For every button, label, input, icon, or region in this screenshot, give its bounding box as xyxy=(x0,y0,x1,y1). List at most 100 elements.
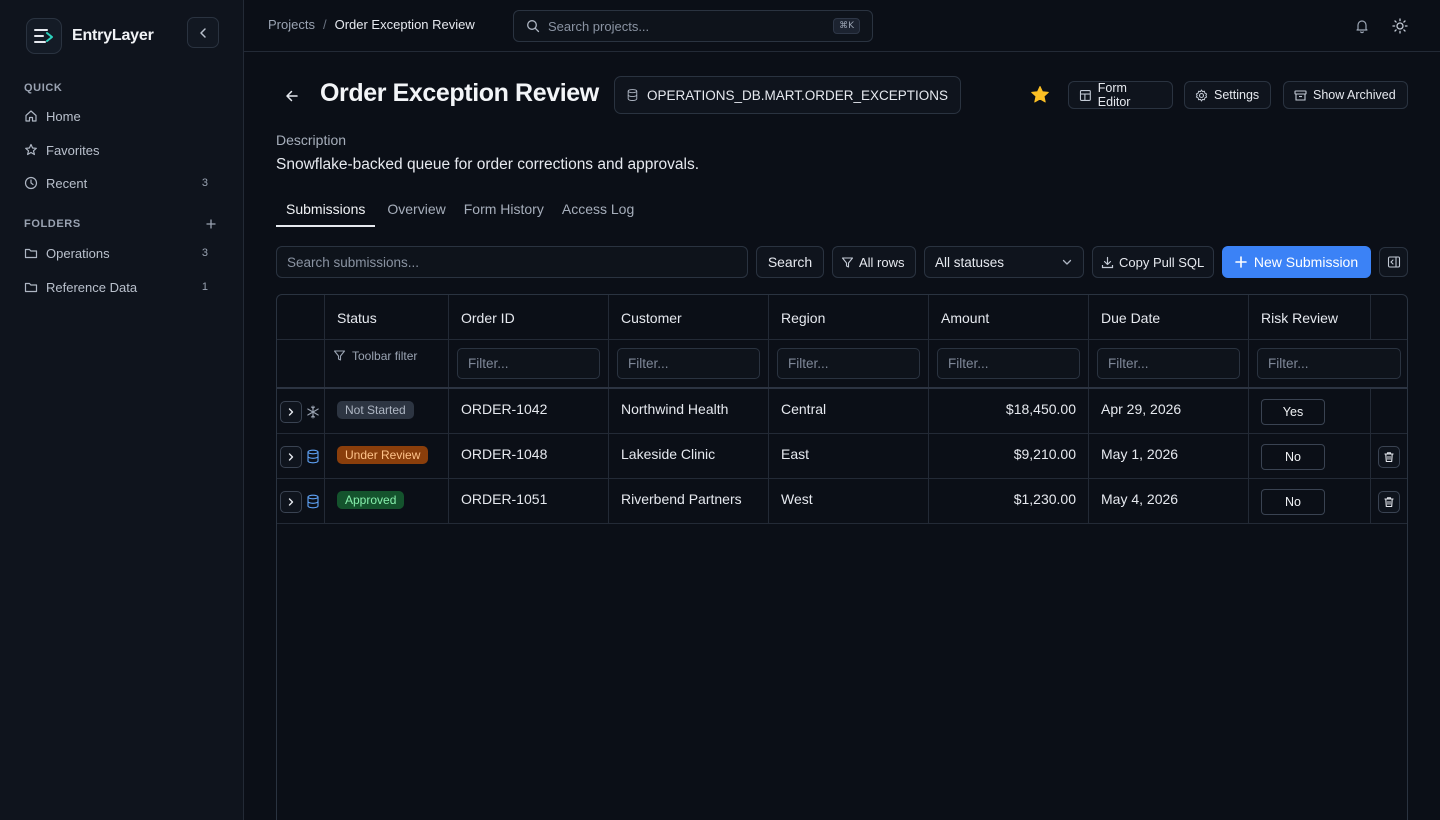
customer-cell[interactable]: Northwind Health xyxy=(609,389,769,434)
due-date-cell[interactable]: Apr 29, 2026 xyxy=(1089,389,1249,434)
quick-section-label: QUICK xyxy=(24,82,63,94)
order-id-cell[interactable]: ORDER-1051 xyxy=(449,479,609,524)
column-header-status[interactable]: Status xyxy=(325,295,449,340)
submissions-search-input[interactable] xyxy=(276,246,748,278)
tab-form-history[interactable]: Form History xyxy=(454,198,554,227)
copy-pull-sql-label: Copy Pull SQL xyxy=(1119,254,1205,270)
status-badge: Under Review xyxy=(337,446,429,464)
search-shortcut-badge: ⌘K xyxy=(833,18,860,34)
row-filter-button[interactable]: All rows xyxy=(832,246,916,278)
column-header-due-date[interactable]: Due Date xyxy=(1089,295,1249,340)
filter-cell-amount xyxy=(929,340,1089,387)
filter-input-risk-review[interactable] xyxy=(1257,348,1401,379)
filter-icon xyxy=(333,350,346,361)
order-id-cell[interactable]: ORDER-1042 xyxy=(449,389,609,434)
add-folder-button[interactable] xyxy=(202,215,220,233)
expand-row-button[interactable] xyxy=(280,445,302,468)
form-editor-label: Form Editor xyxy=(1097,81,1131,109)
column-header-risk-review[interactable]: Risk Review xyxy=(1249,295,1371,340)
region-cell[interactable]: Central xyxy=(769,389,929,434)
source-table-badge: OPERATIONS_DB.MART.ORDER_EXCEPTIONS xyxy=(614,76,961,114)
new-submission-button[interactable]: New Submission xyxy=(1222,246,1371,278)
folders-section-label: FOLDERS xyxy=(24,218,81,230)
chevron-right-icon xyxy=(288,452,294,461)
global-search-input[interactable] xyxy=(548,18,826,34)
amount-cell[interactable]: $9,210.00 xyxy=(929,434,1089,479)
sidebar-item-recent[interactable]: Recent 3 xyxy=(12,168,222,198)
status-toolbar-filter[interactable]: Toolbar filter xyxy=(325,340,449,387)
due-date-cell[interactable]: May 4, 2026 xyxy=(1089,479,1249,524)
delete-row-button[interactable] xyxy=(1378,490,1400,513)
new-submission-label: New Submission xyxy=(1253,254,1359,270)
expand-row-button[interactable] xyxy=(280,400,302,423)
order-id-cell[interactable]: ORDER-1048 xyxy=(449,434,609,479)
collapse-sidebar-button[interactable] xyxy=(187,17,219,48)
copy-pull-sql-button[interactable]: Copy Pull SQL xyxy=(1092,246,1214,278)
search-button-label: Search xyxy=(767,254,813,270)
filter-input-due-date[interactable] xyxy=(1097,348,1240,379)
filter-input-region[interactable] xyxy=(777,348,920,379)
settings-button[interactable]: Settings xyxy=(1184,81,1271,109)
home-icon xyxy=(25,110,37,122)
status-select[interactable]: All statuses xyxy=(924,246,1084,278)
filter-input-customer[interactable] xyxy=(617,348,760,379)
favorite-button[interactable] xyxy=(1028,83,1052,107)
filter-input-amount[interactable] xyxy=(937,348,1080,379)
description-label: Description xyxy=(276,132,347,148)
global-search[interactable]: ⌘K xyxy=(513,10,873,42)
chevron-right-icon xyxy=(288,497,294,506)
amount-cell[interactable]: $1,230.00 xyxy=(929,479,1089,524)
search-icon xyxy=(527,20,540,33)
back-button[interactable] xyxy=(280,84,304,108)
column-header-customer[interactable]: Customer xyxy=(609,295,769,340)
risk-review-toggle[interactable]: No xyxy=(1261,443,1325,470)
customer-cell[interactable]: Lakeside Clinic xyxy=(609,434,769,479)
risk-review-toggle[interactable]: Yes xyxy=(1261,398,1325,425)
reference-data-count: 1 xyxy=(201,281,208,293)
toggle-panel-button[interactable] xyxy=(1379,247,1408,277)
archive-icon xyxy=(1294,89,1307,101)
region-cell[interactable]: West xyxy=(769,479,929,524)
arrow-left-icon xyxy=(286,90,298,102)
sidebar: EntryLayer QUICK Home Favorites Recent 3… xyxy=(0,0,244,820)
risk-review-cell: No xyxy=(1249,479,1371,524)
breadcrumb-projects-link[interactable]: Projects xyxy=(268,17,315,32)
notifications-button[interactable] xyxy=(1352,16,1372,36)
row-filter-label: All rows xyxy=(859,254,905,270)
plus-icon xyxy=(1235,256,1247,268)
chevron-right-icon xyxy=(288,407,294,416)
header-expand-cell xyxy=(277,295,325,340)
due-date-cell[interactable]: May 1, 2026 xyxy=(1089,434,1249,479)
sidebar-item-reference-data[interactable]: Reference Data 1 xyxy=(12,272,222,302)
column-header-order-id[interactable]: Order ID xyxy=(449,295,609,340)
theme-toggle-button[interactable] xyxy=(1390,16,1410,36)
sidebar-item-home[interactable]: Home xyxy=(12,101,222,131)
status-cell: Not Started xyxy=(325,389,449,434)
amount-cell[interactable]: $18,450.00 xyxy=(929,389,1089,434)
expand-row-button[interactable] xyxy=(280,490,302,513)
table-row: Under Review ORDER-1048 Lakeside Clinic … xyxy=(277,434,1407,479)
status-badge: Not Started xyxy=(337,401,414,419)
search-button[interactable]: Search xyxy=(756,246,824,278)
region-cell[interactable]: East xyxy=(769,434,929,479)
status-badge: Approved xyxy=(337,491,405,509)
breadcrumb-current: Order Exception Review xyxy=(334,17,475,32)
tab-access-log[interactable]: Access Log xyxy=(552,198,644,227)
column-header-amount[interactable]: Amount xyxy=(929,295,1089,340)
sidebar-item-label: Home xyxy=(46,108,81,124)
filter-input-order-id[interactable] xyxy=(457,348,600,379)
column-header-region[interactable]: Region xyxy=(769,295,929,340)
customer-cell[interactable]: Riverbend Partners xyxy=(609,479,769,524)
show-archived-button[interactable]: Show Archived xyxy=(1283,81,1408,109)
form-editor-button[interactable]: Form Editor xyxy=(1068,81,1173,109)
tab-submissions[interactable]: Submissions xyxy=(276,198,376,227)
tab-overview[interactable]: Overview xyxy=(377,198,455,227)
recent-count: 3 xyxy=(201,177,208,189)
sidebar-panel-icon xyxy=(1387,256,1400,268)
brand[interactable]: EntryLayer xyxy=(26,18,154,54)
delete-row-button[interactable] xyxy=(1378,445,1400,468)
row-controls-cell xyxy=(277,389,325,434)
sidebar-item-operations[interactable]: Operations 3 xyxy=(12,238,222,268)
risk-review-toggle[interactable]: No xyxy=(1261,488,1325,515)
sidebar-item-favorites[interactable]: Favorites xyxy=(12,135,222,165)
